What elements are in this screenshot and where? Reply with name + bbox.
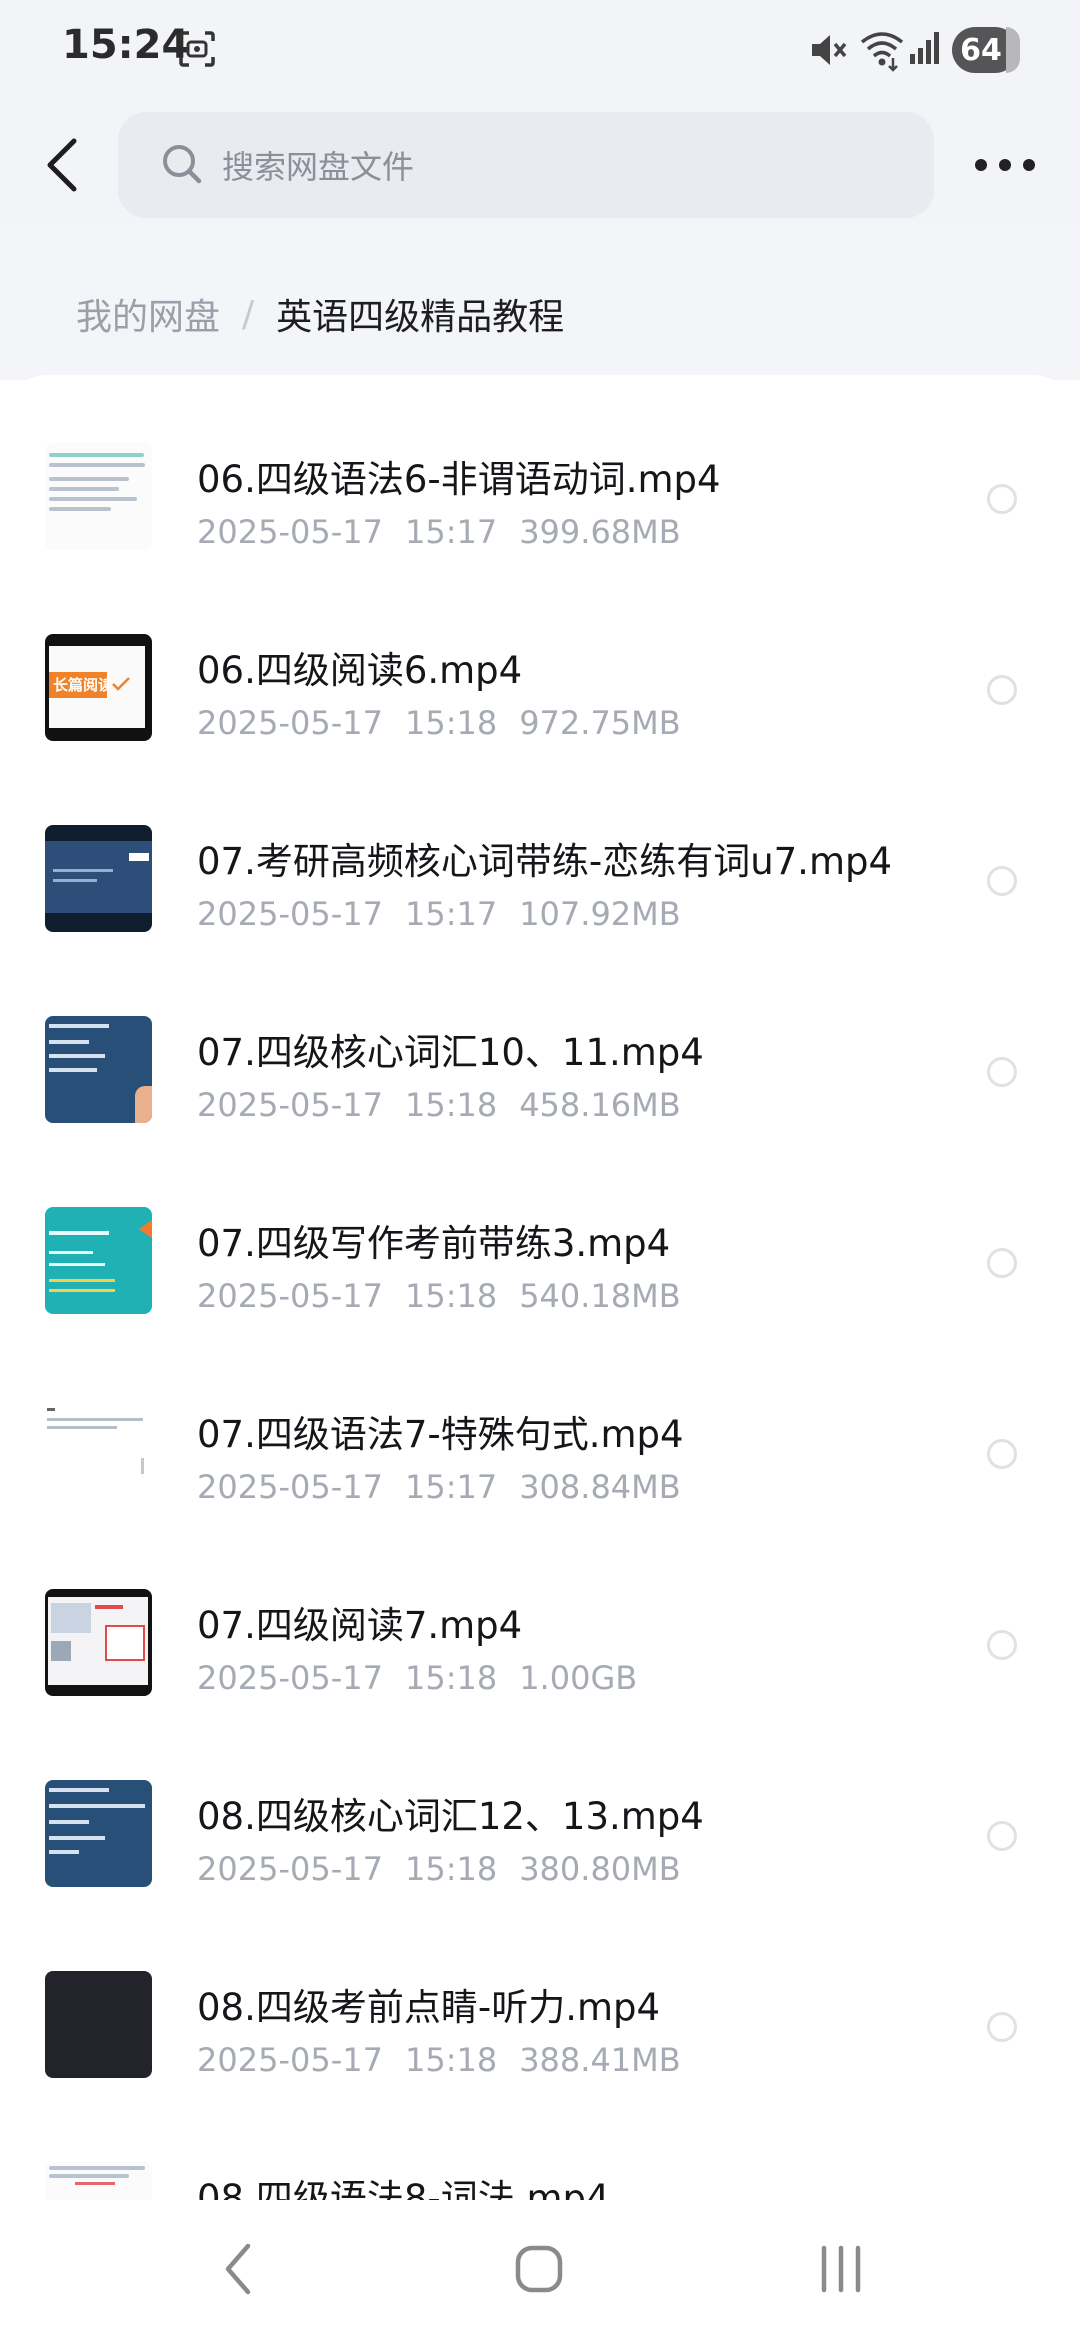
file-time: 15:18: [404, 1086, 498, 1124]
back-button[interactable]: [38, 130, 86, 200]
video-thumbnail: 长篇阅读: [45, 634, 152, 741]
video-thumbnail: [45, 1780, 152, 1887]
file-size: 1.00GB: [519, 1659, 638, 1697]
file-date: 2025-05-17: [197, 513, 383, 551]
search-icon: [160, 142, 204, 190]
video-thumbnail: [45, 443, 152, 550]
video-thumbnail: [45, 1971, 152, 2078]
file-row[interactable]: 07.四级核心词汇10、11.mp4 2025-05-17 15:18 458.16…: [0, 948, 1080, 1139]
file-list: 06.四级语法6-非谓语动词.mp4 2025-05-17 15:17 399.68…: [0, 375, 1080, 2235]
select-checkbox[interactable]: [987, 1439, 1017, 1469]
breadcrumb-separator: /: [242, 293, 255, 335]
file-date: 2025-05-17: [197, 1850, 383, 1888]
file-time: 15:17: [404, 895, 498, 933]
select-checkbox[interactable]: [987, 866, 1017, 896]
nav-home-icon[interactable]: [514, 2244, 564, 2298]
file-time: 15:17: [404, 513, 498, 551]
file-name: 07.考研高频核心词带练-恋练有词u7.mp4: [197, 840, 893, 883]
file-meta: 2025-05-17 15:18 388.41MB: [197, 2041, 681, 2079]
file-meta: 2025-05-17 15:18 540.18MB: [197, 1277, 681, 1315]
file-meta: 2025-05-17 15:18 458.16MB: [197, 1086, 681, 1124]
file-row[interactable]: 07.四级语法7-特殊句式.mp4 2025-05-17 15:17 308.84M…: [0, 1330, 1080, 1521]
file-time: 15:18: [404, 1277, 498, 1315]
video-thumbnail: [45, 1398, 152, 1505]
file-row[interactable]: 07.四级阅读7.mp4 2025-05-17 15:18 1.00GB: [0, 1521, 1080, 1712]
file-size: 399.68MB: [519, 513, 681, 551]
select-checkbox[interactable]: [987, 1821, 1017, 1851]
file-row[interactable]: 长篇阅读 06.四级阅读6.mp4 2025-05-17 15:18 972.75M…: [0, 566, 1080, 757]
file-meta: 2025-05-17 15:17 107.92MB: [197, 895, 681, 933]
file-date: 2025-05-17: [197, 704, 383, 742]
file-row[interactable]: 07.考研高频核心词带练-恋练有词u7.mp4 2025-05-17 15:17 1…: [0, 757, 1080, 948]
screen-capture-icon: [178, 30, 216, 72]
breadcrumb: 我的网盘 / 英语四级精品教程: [76, 288, 564, 340]
file-size: 458.16MB: [519, 1086, 681, 1124]
select-checkbox[interactable]: [987, 1630, 1017, 1660]
check-mark-icon: [112, 677, 130, 691]
search-input[interactable]: 搜索网盘文件: [118, 112, 934, 218]
wifi-icon: [860, 28, 904, 76]
file-meta: 2025-05-17 15:18 380.80MB: [197, 1850, 681, 1888]
more-button[interactable]: [975, 150, 1035, 180]
file-date: 2025-05-17: [197, 1468, 383, 1506]
file-meta: 2025-05-17 15:18 972.75MB: [197, 704, 681, 742]
breadcrumb-root[interactable]: 我的网盘: [76, 288, 220, 340]
file-name: 06.四级语法6-非谓语动词.mp4: [197, 458, 721, 501]
video-thumbnail: [45, 1207, 152, 1314]
nav-back-icon[interactable]: [220, 2240, 256, 2302]
file-size: 540.18MB: [519, 1277, 681, 1315]
video-thumbnail: [45, 1589, 152, 1696]
status-time: 15:24: [62, 22, 190, 68]
file-row[interactable]: 06.四级语法6-非谓语动词.mp4 2025-05-17 15:17 399.68…: [0, 375, 1080, 566]
nav-recents-icon[interactable]: [818, 2244, 864, 2298]
file-name: 07.四级核心词汇10、11.mp4: [197, 1031, 704, 1074]
search-placeholder: 搜索网盘文件: [222, 148, 415, 186]
file-name: 07.四级阅读7.mp4: [197, 1604, 523, 1647]
select-checkbox[interactable]: [987, 2012, 1017, 2042]
file-size: 388.41MB: [519, 2041, 681, 2079]
back-arrow-icon: [47, 138, 77, 192]
app-screen: 15:24 64 搜索网盘文件 我的网盘 / 英语四级精品教程 06.四级语法6…: [0, 0, 1080, 2340]
thumbnail-text: 长篇阅读: [53, 676, 114, 694]
file-meta: 2025-05-17 15:18 1.00GB: [197, 1659, 637, 1697]
system-nav-bar: [0, 2200, 1080, 2340]
file-size: 380.80MB: [519, 1850, 681, 1888]
file-date: 2025-05-17: [197, 1659, 383, 1697]
file-meta: 2025-05-17 15:17 308.84MB: [197, 1468, 681, 1506]
file-time: 15:17: [404, 1468, 498, 1506]
file-size: 972.75MB: [519, 704, 681, 742]
video-thumbnail: [45, 825, 152, 932]
video-thumbnail: [45, 1016, 152, 1123]
file-name: 07.四级写作考前带练3.mp4: [197, 1222, 671, 1265]
file-date: 2025-05-17: [197, 1086, 383, 1124]
battery-level: 64: [960, 32, 1002, 68]
file-name: 08.四级考前点睛-听力.mp4: [197, 1986, 661, 2029]
file-row[interactable]: 07.四级写作考前带练3.mp4 2025-05-17 15:18 540.18MB: [0, 1139, 1080, 1330]
breadcrumb-current: 英语四级精品教程: [276, 297, 565, 338]
file-time: 15:18: [404, 2041, 498, 2079]
status-bar: 15:24 64: [0, 0, 1080, 100]
signal-icon: [908, 30, 944, 70]
file-date: 2025-05-17: [197, 2041, 383, 2079]
file-time: 15:18: [404, 1659, 498, 1697]
select-checkbox[interactable]: [987, 484, 1017, 514]
file-row[interactable]: 08.四级核心词汇12、13.mp4 2025-05-17 15:18 380.80…: [0, 1712, 1080, 1903]
file-name: 06.四级阅读6.mp4: [197, 649, 523, 692]
file-date: 2025-05-17: [197, 895, 383, 933]
battery-icon: 64: [952, 27, 1020, 73]
more-dots-icon: [975, 159, 987, 171]
file-size: 308.84MB: [519, 1468, 681, 1506]
file-row[interactable]: 08.四级考前点睛-听力.mp4 2025-05-17 15:18 388.41MB: [0, 1903, 1080, 2094]
file-size: 107.92MB: [519, 895, 681, 933]
file-date: 2025-05-17: [197, 1277, 383, 1315]
file-name: 07.四级语法7-特殊句式.mp4: [197, 1413, 684, 1456]
file-meta: 2025-05-17 15:17 399.68MB: [197, 513, 681, 551]
select-checkbox[interactable]: [987, 1057, 1017, 1087]
select-checkbox[interactable]: [987, 675, 1017, 705]
mute-icon: [808, 30, 848, 74]
select-checkbox[interactable]: [987, 1248, 1017, 1278]
file-name: 08.四级核心词汇12、13.mp4: [197, 1795, 704, 1838]
file-time: 15:18: [404, 704, 498, 742]
file-time: 15:18: [404, 1850, 498, 1888]
